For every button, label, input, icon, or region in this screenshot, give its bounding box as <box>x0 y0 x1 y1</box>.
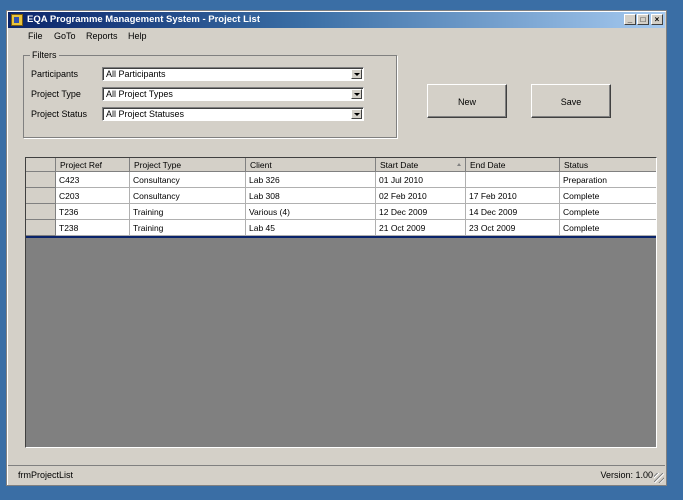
cell-start-date[interactable]: 12 Dec 2009 <box>376 204 466 220</box>
new-button[interactable]: New <box>427 84 507 118</box>
column-header-project-type[interactable]: Project Type <box>130 158 246 172</box>
main-window: EQA Programme Management System - Projec… <box>6 10 667 486</box>
grid-header: Project Ref Project Type Client Start Da… <box>26 158 656 172</box>
cell-start-date[interactable]: 01 Jul 2010 <box>376 172 466 188</box>
resize-grip-icon[interactable] <box>654 473 664 483</box>
menu-reports[interactable]: Reports <box>86 31 118 41</box>
row-header[interactable] <box>26 220 56 236</box>
cell-project-type[interactable]: Training <box>130 204 246 220</box>
close-button[interactable]: × <box>651 14 663 25</box>
participants-value: All Participants <box>106 69 166 79</box>
column-header-status[interactable]: Status <box>560 158 656 172</box>
participants-label: Participants <box>31 69 79 79</box>
chevron-down-icon[interactable] <box>351 69 362 79</box>
cell-project-ref[interactable]: C423 <box>56 172 130 188</box>
save-button[interactable]: Save <box>531 84 611 118</box>
project-status-value: All Project Statuses <box>106 109 185 119</box>
project-type-combo[interactable]: All Project Types <box>102 87 364 101</box>
start-date-header-text: Start Date <box>380 160 419 170</box>
selection-underline <box>26 236 656 238</box>
chevron-down-icon[interactable] <box>351 109 362 119</box>
cell-client[interactable]: Various (4) <box>246 204 376 220</box>
column-header-client[interactable]: Client <box>246 158 376 172</box>
cell-status[interactable]: Preparation <box>560 172 656 188</box>
cell-status[interactable]: Complete <box>560 204 656 220</box>
project-grid[interactable]: Project Ref Project Type Client Start Da… <box>25 157 657 448</box>
chevron-down-icon[interactable] <box>351 89 362 99</box>
cell-project-type[interactable]: Consultancy <box>130 172 246 188</box>
row-header[interactable] <box>26 188 56 204</box>
cell-start-date[interactable]: 21 Oct 2009 <box>376 220 466 236</box>
row-header[interactable] <box>26 204 56 220</box>
column-header-start-date[interactable]: Start Date <box>376 158 466 172</box>
cell-client[interactable]: Lab 308 <box>246 188 376 204</box>
app-icon[interactable] <box>11 14 23 26</box>
filters-legend: Filters <box>30 50 59 60</box>
window-title: EQA Programme Management System - Projec… <box>27 14 260 25</box>
project-type-value: All Project Types <box>106 89 173 99</box>
cell-project-type[interactable]: Training <box>130 220 246 236</box>
column-header-end-date[interactable]: End Date <box>466 158 560 172</box>
project-type-label: Project Type <box>31 89 81 99</box>
cell-start-date[interactable]: 02 Feb 2010 <box>376 188 466 204</box>
cell-end-date[interactable]: 17 Feb 2010 <box>466 188 560 204</box>
cell-project-ref[interactable]: T236 <box>56 204 130 220</box>
cell-project-type[interactable]: Consultancy <box>130 188 246 204</box>
status-bar: frmProjectList Version: 1.00 <box>8 465 665 484</box>
menu-file[interactable]: File <box>28 31 43 41</box>
maximize-button[interactable]: □ <box>637 14 649 25</box>
cell-end-date[interactable]: 23 Oct 2009 <box>466 220 560 236</box>
project-status-label: Project Status <box>31 109 88 119</box>
sort-ascending-icon <box>457 163 461 166</box>
filters-group: Filters Participants All Participants Pr… <box>23 50 397 138</box>
participants-combo[interactable]: All Participants <box>102 67 364 81</box>
cell-project-ref[interactable]: C203 <box>56 188 130 204</box>
cell-status[interactable]: Complete <box>560 188 656 204</box>
column-header-project-ref[interactable]: Project Ref <box>56 158 130 172</box>
menu-bar: File GoTo Reports Help <box>8 29 665 45</box>
header-corner[interactable] <box>26 158 56 172</box>
project-status-combo[interactable]: All Project Statuses <box>102 107 364 121</box>
form-name-label: frmProjectList <box>18 470 74 480</box>
cell-end-date[interactable] <box>466 172 560 188</box>
cell-client[interactable]: Lab 45 <box>246 220 376 236</box>
cell-project-ref[interactable]: T238 <box>56 220 130 236</box>
menu-goto[interactable]: GoTo <box>54 31 76 41</box>
minimize-button[interactable]: _ <box>624 14 636 25</box>
version-label: Version: 1.00 <box>600 470 653 480</box>
cell-status[interactable]: Complete <box>560 220 656 236</box>
menu-help[interactable]: Help <box>128 31 147 41</box>
cell-client[interactable]: Lab 326 <box>246 172 376 188</box>
title-bar[interactable]: EQA Programme Management System - Projec… <box>8 12 665 28</box>
cell-end-date[interactable]: 14 Dec 2009 <box>466 204 560 220</box>
row-header[interactable] <box>26 172 56 188</box>
